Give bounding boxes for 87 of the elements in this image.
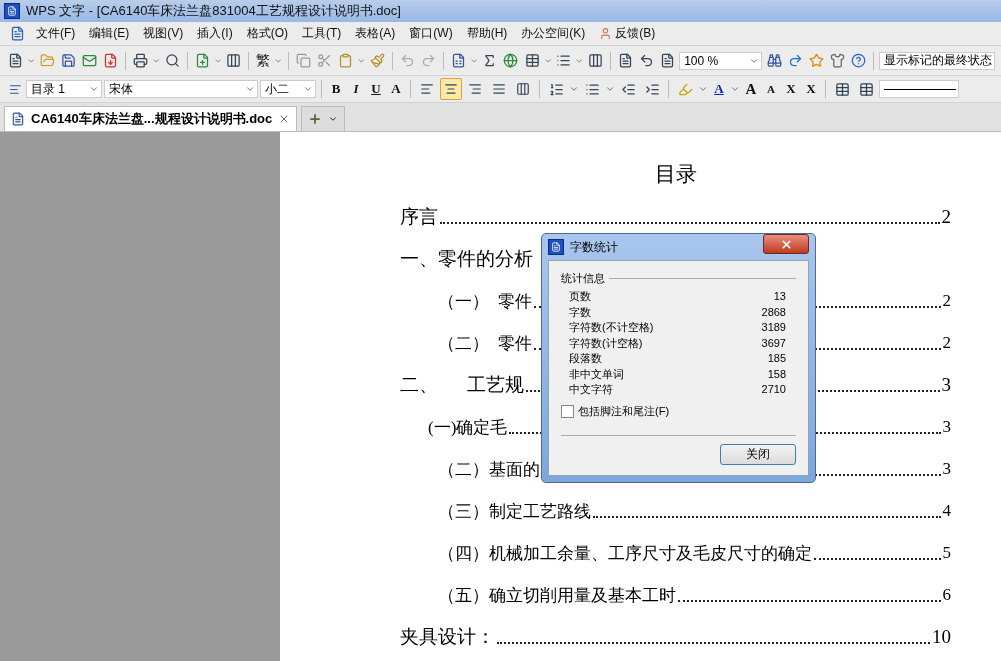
caret-icon[interactable] bbox=[89, 84, 99, 94]
font-size-field[interactable]: 小二 bbox=[260, 80, 316, 98]
new-tab-button[interactable] bbox=[301, 106, 346, 131]
stat-value: 2710 bbox=[761, 382, 786, 397]
shrink-font-button[interactable]: A bbox=[762, 79, 780, 99]
checkbox[interactable] bbox=[561, 404, 574, 418]
caret-icon[interactable] bbox=[698, 84, 708, 94]
dialog-title: 字数统计 bbox=[570, 238, 618, 256]
font-field[interactable]: 宋体 bbox=[104, 80, 258, 98]
stat-value: 13 bbox=[773, 289, 786, 304]
close-icon bbox=[779, 237, 793, 251]
caret-icon[interactable] bbox=[303, 84, 313, 94]
group-label: 统计信息 bbox=[561, 271, 605, 286]
page-number: 3 bbox=[941, 374, 951, 396]
menu-item[interactable]: 工具(T) bbox=[296, 23, 348, 44]
stat-label: 非中文单词 bbox=[569, 366, 624, 382]
menu-item[interactable]: 插入(I) bbox=[191, 23, 239, 44]
stat-value: 3697 bbox=[761, 335, 786, 351]
page-number: 3 bbox=[942, 459, 951, 479]
person-icon bbox=[599, 27, 613, 40]
menu-item[interactable]: 格式(O) bbox=[240, 23, 294, 44]
toc-entry-text: 夹具设计： bbox=[400, 625, 495, 649]
toc-entry-text: （四）机械加工余量、工序尺寸及毛皮尺寸的确定 bbox=[438, 542, 812, 565]
stat-label: 字符数(计空格) bbox=[569, 335, 643, 351]
menu-item[interactable]: 窗口(W) bbox=[403, 23, 459, 44]
toc-entry-text: 序言 bbox=[400, 205, 438, 229]
menu-item[interactable]: 表格(A) bbox=[349, 23, 402, 44]
stat-label: 页数 bbox=[569, 289, 591, 304]
page-number: 6 bbox=[942, 585, 951, 605]
page-number: 2 bbox=[942, 291, 951, 311]
page-number: 3 bbox=[942, 417, 951, 437]
caret-icon[interactable] bbox=[245, 84, 255, 94]
caret-icon[interactable] bbox=[730, 84, 740, 94]
toc-entry-text: (一)确定毛 bbox=[428, 416, 508, 439]
menu-item[interactable]: 帮助(H) bbox=[460, 23, 514, 44]
page-number: 10 bbox=[932, 626, 951, 648]
stat-label: 字符数(不计空格) bbox=[569, 320, 654, 335]
subscript-button[interactable]: X bbox=[802, 79, 820, 99]
markup-view-field[interactable]: 显示标记的最终状态 bbox=[878, 51, 995, 70]
toc-entry-text: （二）基面的 bbox=[438, 458, 540, 481]
document-icon bbox=[11, 112, 25, 126]
menu-item[interactable]: 文件(F) bbox=[30, 23, 82, 44]
toc-heading: 目录 bbox=[653, 161, 698, 188]
caret-icon[interactable] bbox=[605, 84, 615, 94]
superscript-button[interactable]: X bbox=[782, 79, 800, 99]
line-style-field[interactable] bbox=[879, 80, 959, 98]
page-number: 2 bbox=[941, 206, 951, 228]
page-number: 5 bbox=[942, 543, 951, 563]
menu-item[interactable]: 编辑(E) bbox=[83, 23, 136, 44]
close-dialog-button[interactable]: 关闭 bbox=[720, 444, 796, 465]
effect-button[interactable]: A bbox=[387, 79, 405, 99]
stat-label: 字数 bbox=[569, 304, 591, 320]
font-color-button[interactable]: A bbox=[710, 79, 728, 99]
bold-button[interactable]: B bbox=[327, 79, 345, 99]
toc-entry-text: （二） 零件 bbox=[438, 332, 532, 355]
toc-entry-text: （一） 零件 bbox=[438, 290, 532, 313]
checkbox-label[interactable]: 包括脚注和尾注(F) bbox=[578, 403, 670, 419]
stat-value: 185 bbox=[767, 351, 786, 366]
grow-font-button[interactable]: A bbox=[742, 79, 760, 99]
close-button[interactable] bbox=[763, 234, 809, 254]
page-number: 2 bbox=[942, 333, 951, 353]
app-logo-icon bbox=[548, 239, 564, 255]
menu-item[interactable]: 办公空间(K) bbox=[515, 23, 592, 44]
stat-value: 2868 bbox=[761, 304, 786, 320]
toc-entry-text: （五）确立切削用量及基本工时 bbox=[438, 584, 676, 607]
zoom-field[interactable]: 100 % bbox=[679, 51, 763, 70]
app-logo-icon bbox=[4, 3, 20, 19]
style-field[interactable]: 目录 1 bbox=[26, 80, 102, 98]
plus-icon bbox=[308, 112, 323, 126]
menu-item[interactable]: 视图(V) bbox=[137, 23, 190, 44]
toc-entry-text: 二、 工艺规 bbox=[400, 373, 524, 397]
toc-entry-text: 一、零件的分析 bbox=[400, 247, 533, 271]
stat-value: 3189 bbox=[761, 320, 786, 335]
menu-item[interactable]: 反馈(B) bbox=[593, 23, 662, 44]
window-title: WPS 文字 - [CA6140车床法兰盘831004工艺规程设计说明书.doc] bbox=[26, 2, 401, 20]
stat-label: 中文字符 bbox=[569, 382, 613, 397]
stat-value: 158 bbox=[767, 366, 786, 382]
underline-button[interactable]: U bbox=[367, 79, 385, 99]
caret-icon[interactable] bbox=[569, 84, 579, 94]
document-tab[interactable]: CA6140车床法兰盘...规程设计说明书.doc bbox=[4, 106, 298, 131]
page-number: 4 bbox=[942, 501, 951, 521]
traditional-chinese-button[interactable]: 繁 bbox=[254, 50, 273, 71]
italic-button[interactable]: I bbox=[347, 79, 365, 99]
caret-icon bbox=[328, 114, 339, 124]
stat-label: 段落数 bbox=[569, 351, 602, 366]
toc-entry-text: （三）制定工艺路线 bbox=[438, 500, 591, 523]
align-center-button[interactable] bbox=[440, 78, 462, 100]
